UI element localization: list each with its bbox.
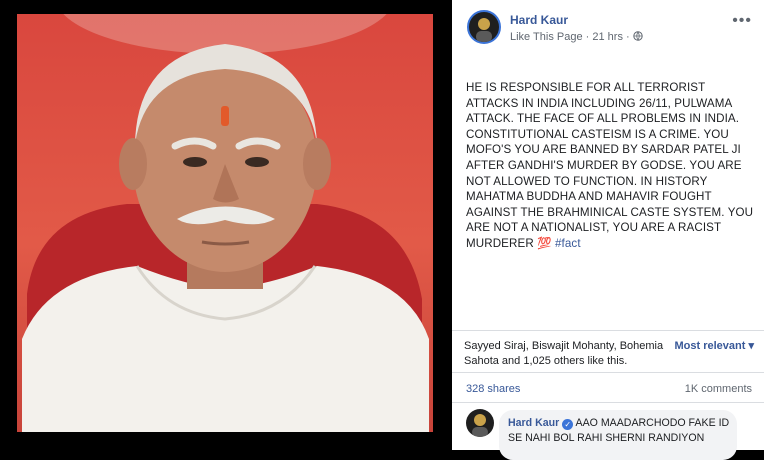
comment-avatar-image bbox=[472, 414, 488, 437]
more-options-icon[interactable]: ••• bbox=[732, 12, 752, 30]
post-timestamp[interactable]: 21 hrs bbox=[592, 31, 623, 43]
avatar-image bbox=[476, 18, 492, 42]
divider bbox=[452, 372, 764, 373]
post-body: HE IS RESPONSIBLE FOR ALL TERRORIST ATTA… bbox=[466, 80, 758, 252]
author-name[interactable]: Hard Kaur bbox=[510, 13, 568, 27]
comment-avatar[interactable] bbox=[466, 409, 494, 437]
hundred-points-emoji: 💯 bbox=[537, 236, 552, 250]
comment-author[interactable]: Hard Kaur bbox=[508, 417, 559, 429]
comment-sort-dropdown[interactable]: Most relevant ▾ bbox=[674, 339, 754, 352]
divider bbox=[452, 402, 764, 403]
comment-bubble: Hard Kaur ✓ AAO MAADARCHODO FAKE ID SE N… bbox=[499, 410, 737, 460]
meta-separator: · bbox=[585, 31, 590, 43]
divider bbox=[452, 330, 764, 331]
meta-separator-2: · bbox=[626, 31, 630, 43]
comment-content: Hard Kaur ✓ AAO MAADARCHODO FAKE ID SE N… bbox=[508, 416, 734, 446]
hashtag-link[interactable]: #fact bbox=[555, 237, 581, 250]
post-header: Hard Kaur Like This Page · 21 hrs · ••• bbox=[467, 10, 764, 50]
post-photo[interactable] bbox=[17, 14, 433, 432]
post-side-panel: Hard Kaur Like This Page · 21 hrs · ••• … bbox=[452, 0, 764, 460]
photo-panel bbox=[0, 0, 452, 450]
shares-count[interactable]: 328 shares bbox=[466, 383, 520, 395]
verified-badge-icon: ✓ bbox=[562, 419, 574, 430]
comments-count[interactable]: 1K comments bbox=[685, 383, 752, 395]
sort-label: Most relevant bbox=[674, 340, 746, 352]
like-page-link[interactable]: Like This Page bbox=[510, 31, 583, 43]
post-text: HE IS RESPONSIBLE FOR ALL TERRORIST ATTA… bbox=[466, 81, 754, 250]
globe-icon bbox=[633, 31, 643, 43]
likes-summary[interactable]: Sayyed Siraj, Biswajit Mohanty, Bohemia … bbox=[464, 339, 664, 369]
author-avatar[interactable] bbox=[467, 10, 501, 44]
portrait-illustration bbox=[22, 14, 429, 432]
chevron-down-icon: ▾ bbox=[748, 340, 754, 352]
post-meta: Like This Page · 21 hrs · bbox=[510, 31, 643, 43]
